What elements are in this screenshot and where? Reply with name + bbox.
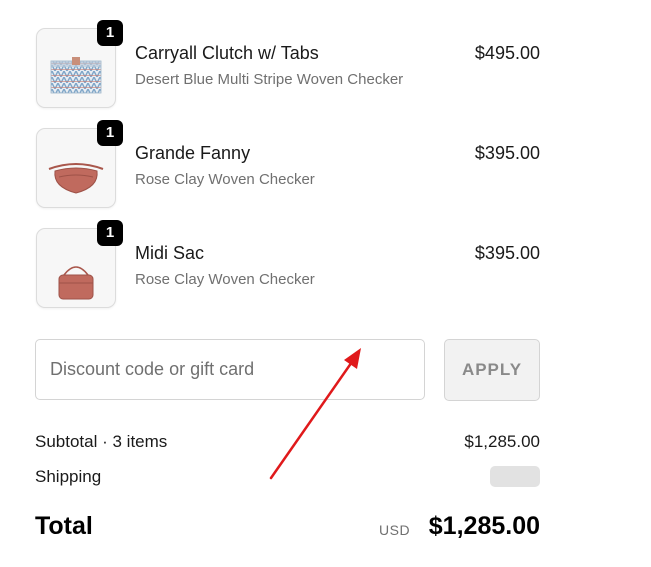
line-item: 1 Grande Fanny Rose Clay Woven Checker $…: [36, 120, 540, 208]
quantity-badge: 1: [97, 20, 123, 46]
quantity-badge: 1: [97, 120, 123, 146]
product-price: $395.00: [474, 143, 540, 163]
subtotal-label: Subtotal · 3 items: [35, 432, 168, 451]
product-variant: Rose Clay Woven Checker: [135, 271, 315, 288]
total-value: $1,285.00: [428, 512, 540, 540]
product-name: Carryall Clutch w/ Tabs: [135, 43, 319, 63]
product-name: Grande Fanny: [135, 143, 251, 163]
subtotal-value: $1,285.00: [464, 432, 540, 451]
quantity-badge: 1: [97, 220, 123, 246]
line-item: 1 Carryall Clutch w/ Tabs Desert Blue Mu…: [36, 20, 540, 108]
line-item: 1 Midi Sac Rose Clay Woven Checker $395.…: [36, 220, 540, 308]
total-label: Total: [35, 512, 93, 540]
product-variant: Desert Blue Multi Stripe Woven Checker: [135, 71, 404, 88]
currency-code: USD: [379, 522, 411, 538]
product-variant: Rose Clay Woven Checker: [135, 171, 315, 188]
product-price: $495.00: [474, 43, 540, 63]
apply-discount-button[interactable]: APPLY: [444, 339, 540, 401]
product-name: Midi Sac: [135, 243, 205, 263]
shipping-value-placeholder: [490, 466, 540, 487]
shipping-label: Shipping: [35, 467, 102, 486]
product-price: $395.00: [474, 243, 540, 263]
discount-code-input[interactable]: [35, 339, 425, 400]
